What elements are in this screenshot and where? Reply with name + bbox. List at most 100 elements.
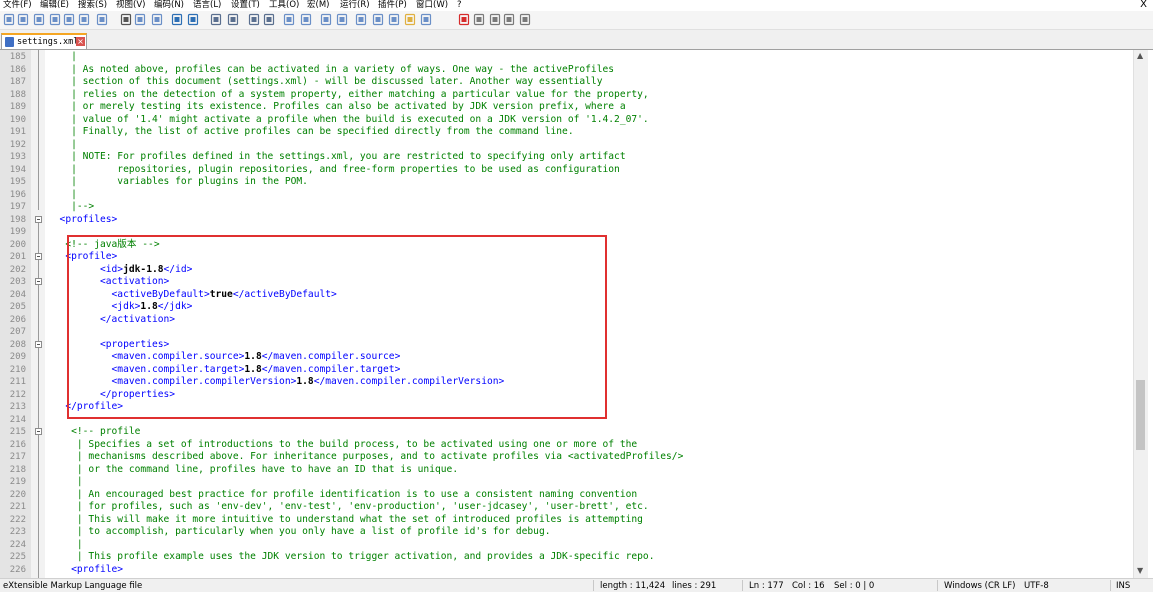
scrollbar-thumb[interactable] <box>1136 380 1145 450</box>
tab-settings-xml[interactable]: settings.xml × <box>1 33 87 49</box>
code-text: | value of '1.4' might activate a profil… <box>48 114 649 127</box>
scroll-up-icon[interactable]: ▲ <box>1137 51 1143 61</box>
fold-toggle-icon[interactable] <box>35 253 42 260</box>
find-icon[interactable] <box>210 13 222 26</box>
paste-icon[interactable] <box>151 13 163 26</box>
sync-horizontal-icon[interactable] <box>300 13 312 26</box>
menu-window[interactable]: 窗口(W) <box>416 0 448 11</box>
fold-toggle-icon[interactable] <box>35 340 42 348</box>
menu-view[interactable]: 视图(V) <box>116 0 145 11</box>
menu-settings[interactable]: 设置(T) <box>231 0 260 11</box>
status-selection: Sel : 0 | 0 <box>834 581 875 591</box>
monitoring-icon[interactable] <box>420 13 432 26</box>
line-number: 207 <box>9 327 26 337</box>
tab-label: settings.xml <box>17 37 79 47</box>
menu-language[interactable]: 语言(L) <box>193 0 221 11</box>
print-icon[interactable] <box>96 13 108 26</box>
sync-vertical-icon[interactable] <box>283 13 295 26</box>
save-icon[interactable] <box>33 13 45 26</box>
code-token: | <box>48 538 83 550</box>
vertical-scrollbar[interactable]: ▲ ▼ <box>1133 50 1148 578</box>
zoom-out-icon[interactable] <box>263 13 275 26</box>
menu-help[interactable]: ? <box>457 0 462 11</box>
undo-icon[interactable] <box>171 13 183 26</box>
close-all-icon[interactable] <box>78 13 90 26</box>
status-column: Col : 16 <box>792 581 825 591</box>
copy-icon[interactable] <box>134 13 146 26</box>
line-number: 206 <box>9 314 26 325</box>
code-line: 195 | variables for plugins in the POM. <box>0 176 1133 189</box>
menu-file[interactable]: 文件(F) <box>3 0 32 11</box>
code-line: 191 | Finally, the list of active profil… <box>0 126 1133 139</box>
line-number: 222 <box>9 514 26 525</box>
scroll-down-icon[interactable]: ▼ <box>1137 566 1143 576</box>
code-text: <!-- profile <box>48 426 140 439</box>
code-line: 221 | for profiles, such as 'env-dev', '… <box>0 501 1133 514</box>
menu-tools[interactable]: 工具(O) <box>269 0 299 11</box>
code-text: | to accomplish, particularly when you o… <box>48 526 551 539</box>
close-icon[interactable] <box>63 13 75 26</box>
menu-edit[interactable]: 编辑(E) <box>40 0 69 11</box>
run-macro-multiple-icon[interactable] <box>503 13 515 26</box>
line-number: 188 <box>9 89 26 100</box>
open-file-icon[interactable] <box>17 13 29 26</box>
indent-guide-icon[interactable] <box>355 13 367 26</box>
code-text: | NOTE: For profiles defined in the sett… <box>48 151 626 164</box>
line-number: 215 <box>9 427 26 437</box>
code-token: <profile> <box>48 563 124 575</box>
code-token: | value of '1.4' might activate a profil… <box>48 113 649 125</box>
code-text: | An encouraged best practice for profil… <box>48 489 637 502</box>
save-macro-icon[interactable] <box>519 13 531 26</box>
menu-encoding[interactable]: 编码(N) <box>154 0 184 11</box>
code-text: | or the command line, profiles have to … <box>48 464 458 477</box>
redo-icon[interactable] <box>187 13 199 26</box>
stop-macro-icon[interactable] <box>473 13 485 26</box>
code-line: 219 | <box>0 476 1133 489</box>
folder-workspace-icon[interactable] <box>404 13 416 26</box>
code-line: 196 | <box>0 189 1133 202</box>
code-line: 193 | NOTE: For profiles defined in the … <box>0 151 1133 164</box>
line-number: 224 <box>9 539 26 550</box>
function-list-icon[interactable] <box>388 13 400 26</box>
code-text: | This will make it more intuitive to un… <box>48 514 643 527</box>
save-all-icon[interactable] <box>49 13 61 26</box>
cut-icon[interactable] <box>120 13 132 26</box>
line-number: 204 <box>9 289 26 300</box>
record-macro-icon[interactable] <box>458 13 470 26</box>
toolbar <box>0 11 1153 30</box>
highlight-box <box>67 235 607 419</box>
play-macro-icon[interactable] <box>489 13 501 26</box>
menu-run[interactable]: 运行(R) <box>340 0 370 11</box>
code-text: | mechanisms described above. For inheri… <box>48 451 683 464</box>
fold-toggle-icon[interactable] <box>35 428 42 435</box>
menu-plugins[interactable]: 插件(P) <box>378 0 407 11</box>
close-window-button[interactable]: X <box>1140 0 1147 11</box>
status-separator <box>593 580 594 591</box>
new-file-icon[interactable] <box>3 13 15 26</box>
menu-macro[interactable]: 宏(M) <box>307 0 329 11</box>
code-text: | This profile example uses the JDK vers… <box>48 551 655 564</box>
show-all-chars-icon[interactable] <box>336 13 348 26</box>
word-wrap-icon[interactable] <box>320 13 332 26</box>
fold-toggle-icon[interactable] <box>35 215 42 223</box>
editor-area[interactable]: 185 | 186 | As noted above, profiles can … <box>0 50 1133 578</box>
status-line: Ln : 177 <box>749 581 784 591</box>
tab-close-icon[interactable]: × <box>76 37 85 46</box>
code-token: | variables for plugins in the POM. <box>48 176 308 187</box>
line-number: 216 <box>9 439 26 450</box>
code-token: | NOTE: For profiles defined in the sett… <box>48 151 626 162</box>
replace-icon[interactable] <box>227 13 239 26</box>
zoom-in-icon[interactable] <box>248 13 260 26</box>
code-text: | Finally, the list of active profiles c… <box>48 126 574 139</box>
code-token: | As noted above, profiles can be activa… <box>48 63 615 75</box>
line-number: 185 <box>9 52 26 62</box>
code-text: | or merely testing its existence. Profi… <box>48 101 626 114</box>
menu-search[interactable]: 搜索(S) <box>78 0 107 11</box>
code-line: 198 <profiles> <box>0 214 1133 227</box>
fold-toggle-icon[interactable] <box>35 278 42 285</box>
doc-map-icon[interactable] <box>372 13 384 26</box>
code-line: 187 | section of this document (settings… <box>0 76 1133 89</box>
code-token: <!-- profile <box>48 426 141 437</box>
line-number: 221 <box>9 502 26 512</box>
code-line: 190 | value of '1.4' might activate a pr… <box>0 114 1133 127</box>
